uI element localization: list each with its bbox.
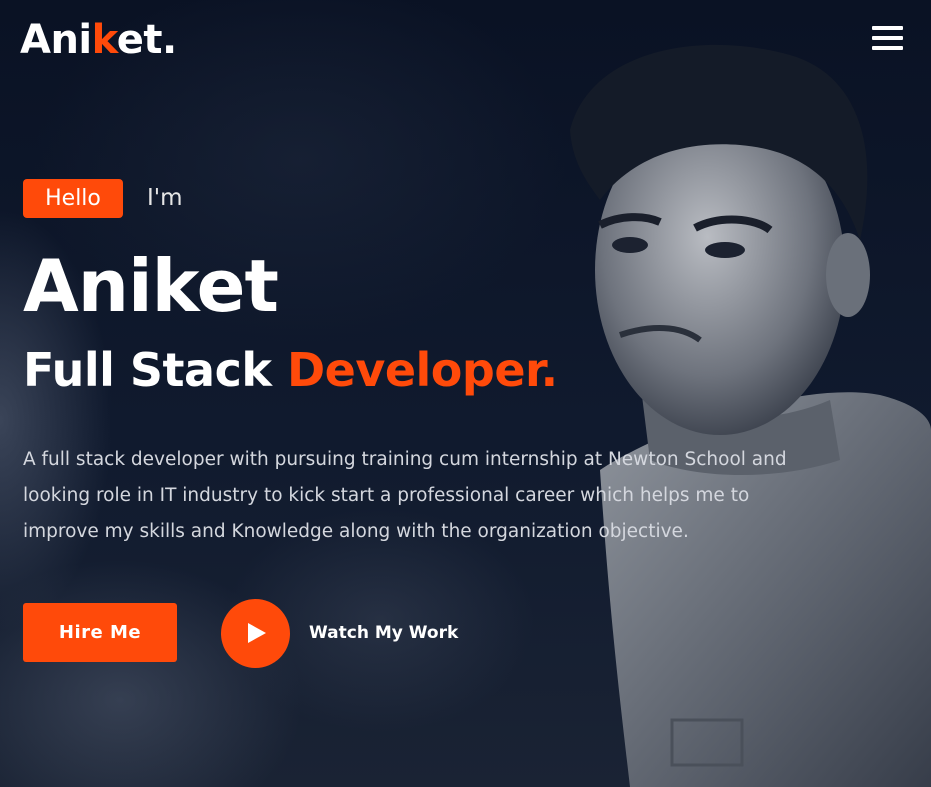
hero-intro: A full stack developer with pursuing tra… <box>23 449 787 542</box>
role-accent: Developer. <box>286 343 558 397</box>
hire-me-button[interactable]: Hire Me <box>23 603 177 662</box>
hero-name: Aniket <box>23 244 279 328</box>
logo-accent-letter: k <box>91 17 118 63</box>
site-logo[interactable]: Aniket. <box>20 14 177 66</box>
role-prefix: Full Stack <box>23 343 272 397</box>
play-triangle <box>248 623 266 643</box>
greeting-text: I'm <box>147 185 183 211</box>
watch-my-work-link[interactable]: Watch My Work <box>309 620 458 646</box>
play-icon[interactable] <box>221 599 290 668</box>
logo-prefix: Ani <box>20 17 92 63</box>
hamburger-menu-icon[interactable] <box>872 26 903 50</box>
logo-suffix: et. <box>116 17 177 63</box>
greeting-badge: Hello <box>23 179 123 218</box>
hero-role: Full Stack Developer. <box>23 340 558 400</box>
menu-bar <box>872 26 903 30</box>
menu-bar <box>872 46 903 50</box>
menu-bar <box>872 36 903 40</box>
